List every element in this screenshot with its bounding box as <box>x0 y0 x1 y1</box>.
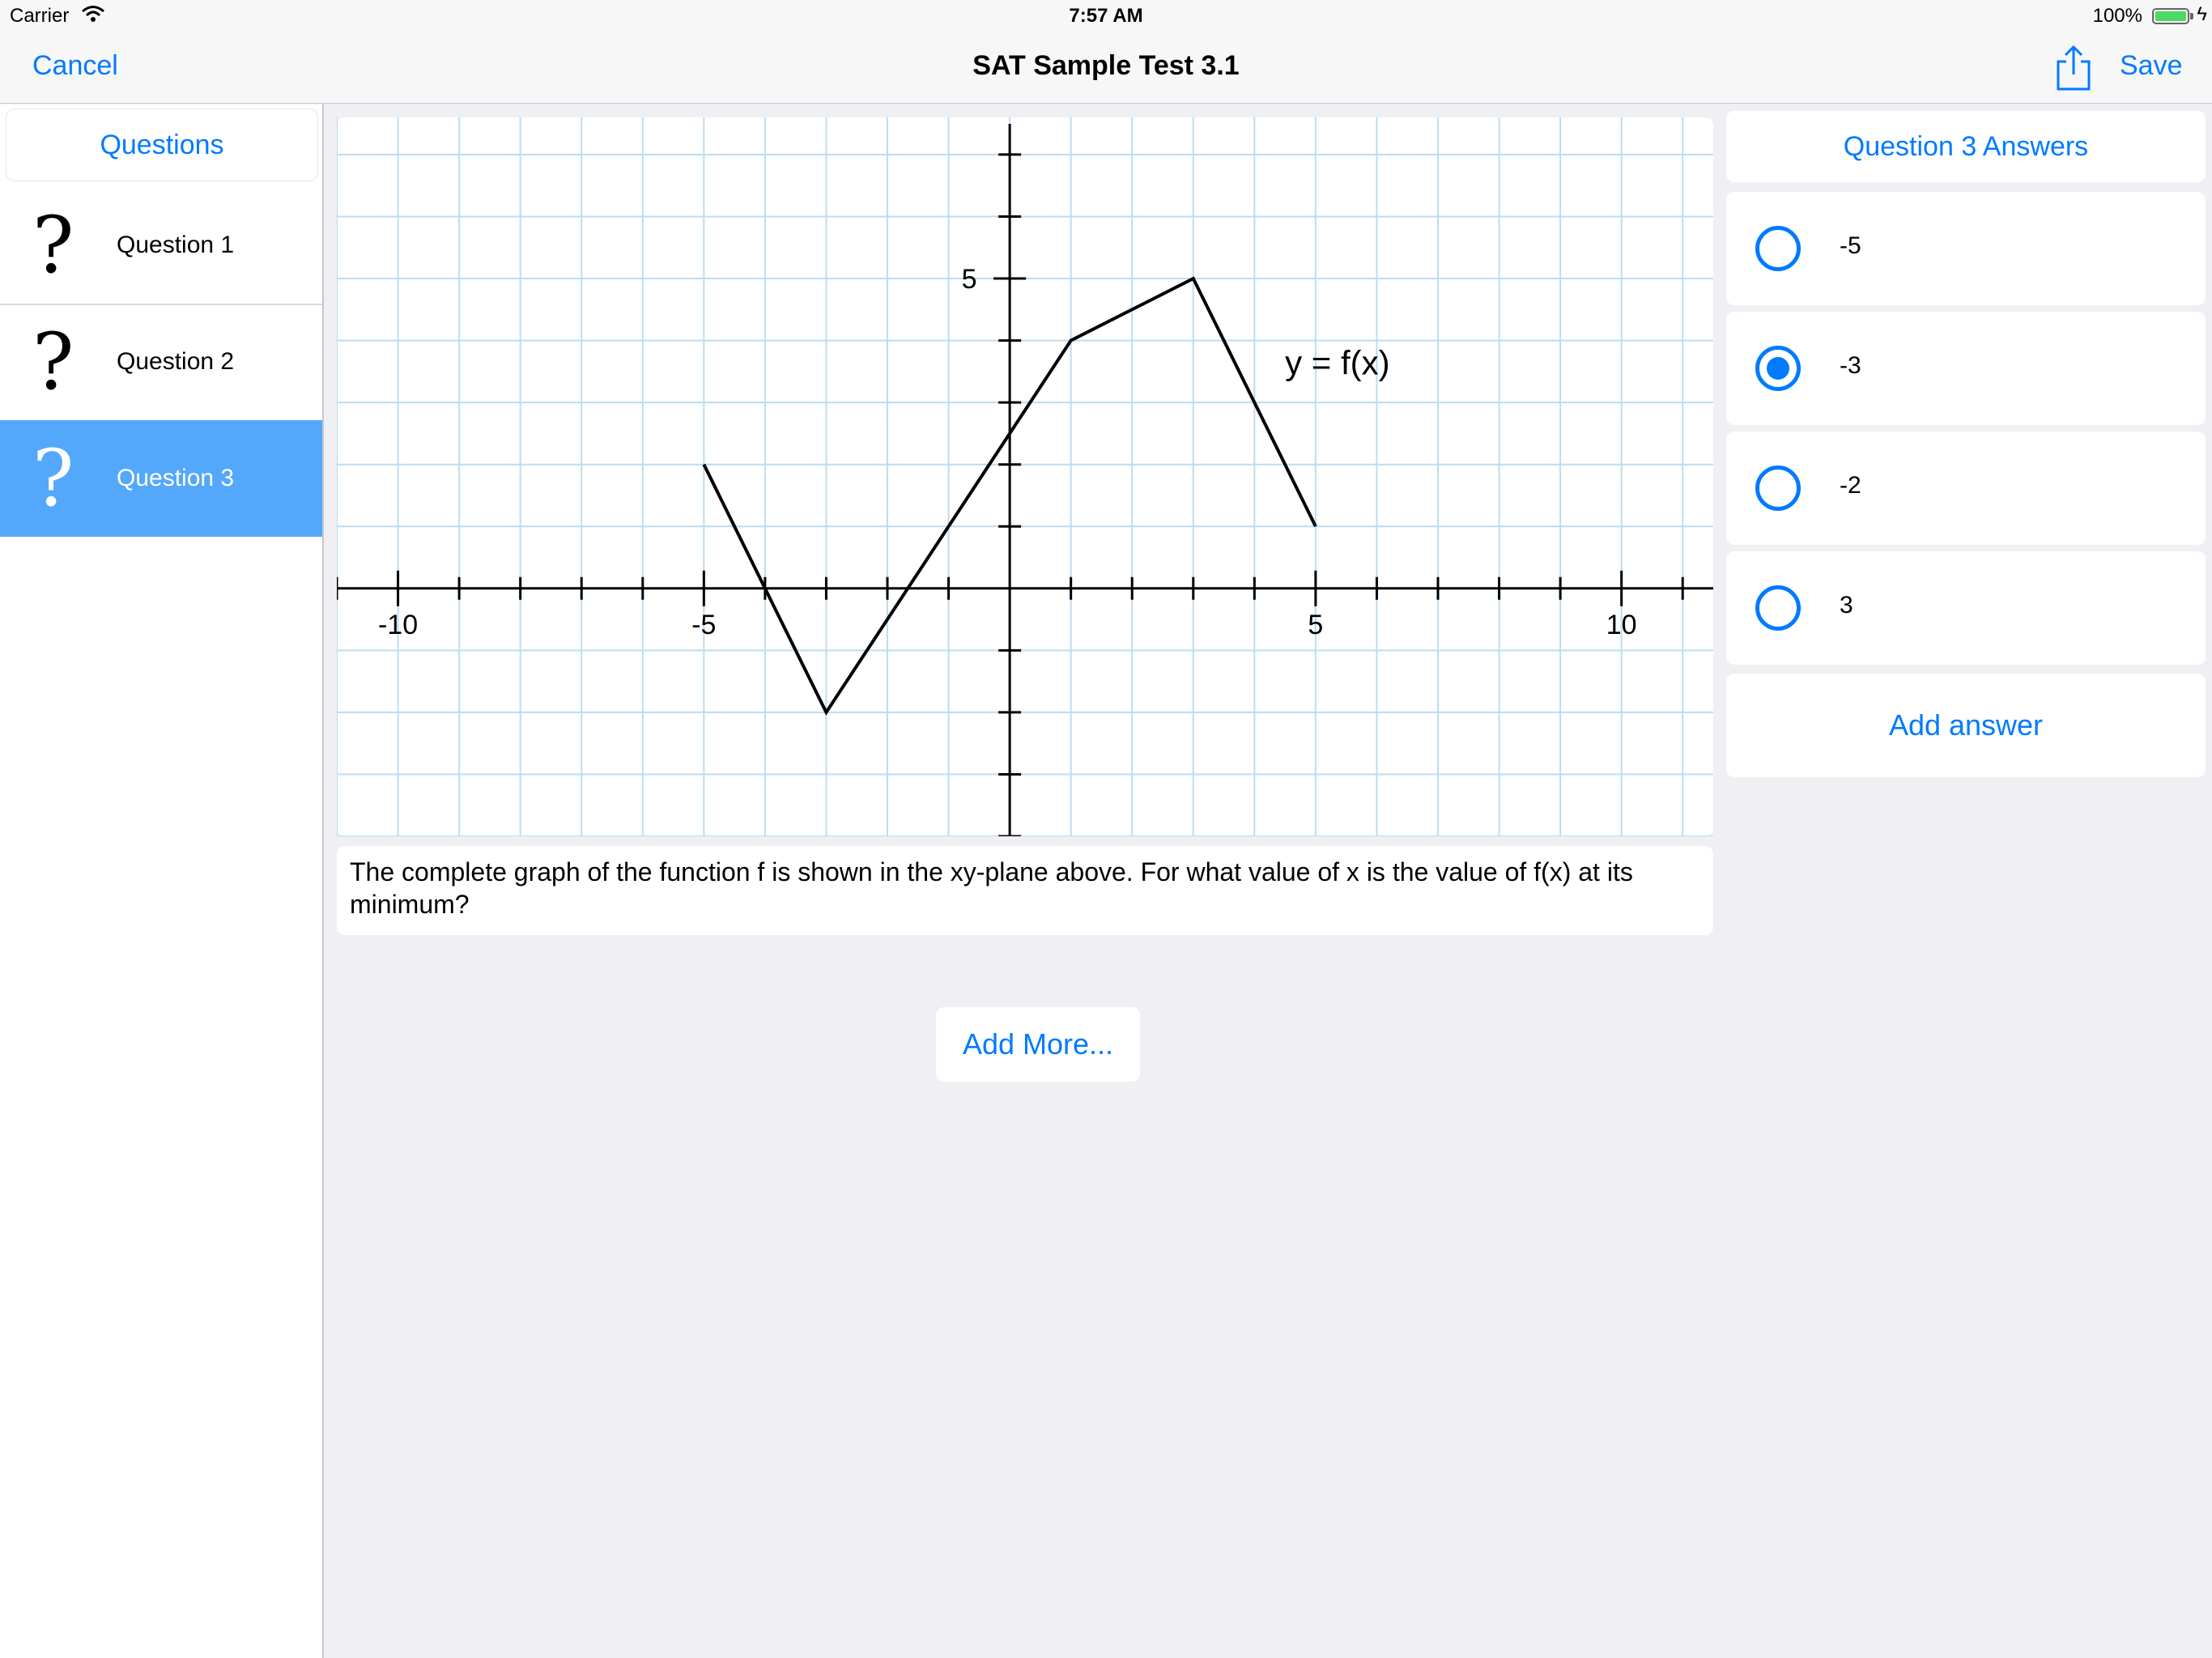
charging-bolt-icon: ϟ <box>2197 3 2207 25</box>
graph-panel: -10 -5 5 10 5 y = f(x) <box>337 117 1713 836</box>
answer-option-2[interactable]: -3 <box>1726 312 2206 425</box>
x-tick-label: -5 <box>691 610 716 640</box>
sidebar-item-question-3[interactable]: ? Question 3 <box>0 420 322 537</box>
answer-option-4[interactable]: 3 <box>1726 551 2206 665</box>
grid-lines <box>337 117 1713 836</box>
axes <box>337 124 1713 836</box>
function-graph: -10 -5 5 10 5 y = f(x) <box>337 117 1713 836</box>
question-mark-icon: ? <box>32 200 74 291</box>
questions-header[interactable]: Questions <box>6 109 317 181</box>
share-icon[interactable] <box>2055 44 2092 92</box>
question-mark-icon: ? <box>32 317 74 407</box>
add-answer-button[interactable]: Add answer <box>1726 674 2206 777</box>
x-tick-label: -10 <box>378 610 418 640</box>
battery-tip <box>2190 13 2193 19</box>
answer-value: -5 <box>1840 232 1861 259</box>
clock: 7:57 AM <box>1069 5 1143 27</box>
answer-value: 3 <box>1840 592 1853 619</box>
series: y = f(x) <box>702 276 1390 716</box>
answers-header: Question 3 Answers <box>1726 111 2206 182</box>
radio-dot <box>1767 357 1789 380</box>
save-button[interactable]: Save <box>2120 50 2183 82</box>
x-tick-label: 10 <box>1606 610 1637 640</box>
function-label: y = f(x) <box>1285 344 1390 382</box>
question-label: Question 1 <box>117 232 235 258</box>
question-label: Question 2 <box>117 348 235 375</box>
tick-labels: -10 -5 5 10 5 <box>378 264 1637 640</box>
page-title: SAT Sample Test 3.1 <box>972 50 1240 81</box>
radio-button[interactable] <box>1755 466 1801 511</box>
question-text[interactable]: The complete graph of the function f is … <box>337 846 1713 935</box>
answer-option-1[interactable]: -5 <box>1726 192 2206 305</box>
status-bar: Carrier 7:57 AM 100% ϟ <box>0 0 2212 32</box>
add-more-button[interactable]: Add More... <box>936 1007 1140 1082</box>
radio-button[interactable] <box>1755 585 1801 631</box>
question-label: Question 3 <box>117 465 235 491</box>
y-tick-label: 5 <box>962 264 977 295</box>
battery-icon <box>2152 8 2189 24</box>
navigation-bar: Cancel SAT Sample Test 3.1 Save <box>0 32 2212 104</box>
sidebar-item-question-2[interactable]: ? Question 2 <box>0 304 322 422</box>
x-tick-label: 5 <box>1308 610 1323 640</box>
sidebar-item-question-1[interactable]: ? Question 1 <box>0 187 322 305</box>
question-mark-icon: ? <box>32 433 74 524</box>
radio-button[interactable] <box>1755 226 1801 271</box>
battery-percent: 100% <box>2092 5 2142 27</box>
questions-sidebar: Questions ? Question 1 ? Question 2 ? Qu… <box>0 104 324 1658</box>
answer-option-3[interactable]: -2 <box>1726 432 2206 545</box>
radio-button-selected[interactable] <box>1755 346 1801 391</box>
answer-value: -3 <box>1840 352 1861 379</box>
answer-value: -2 <box>1840 472 1861 499</box>
